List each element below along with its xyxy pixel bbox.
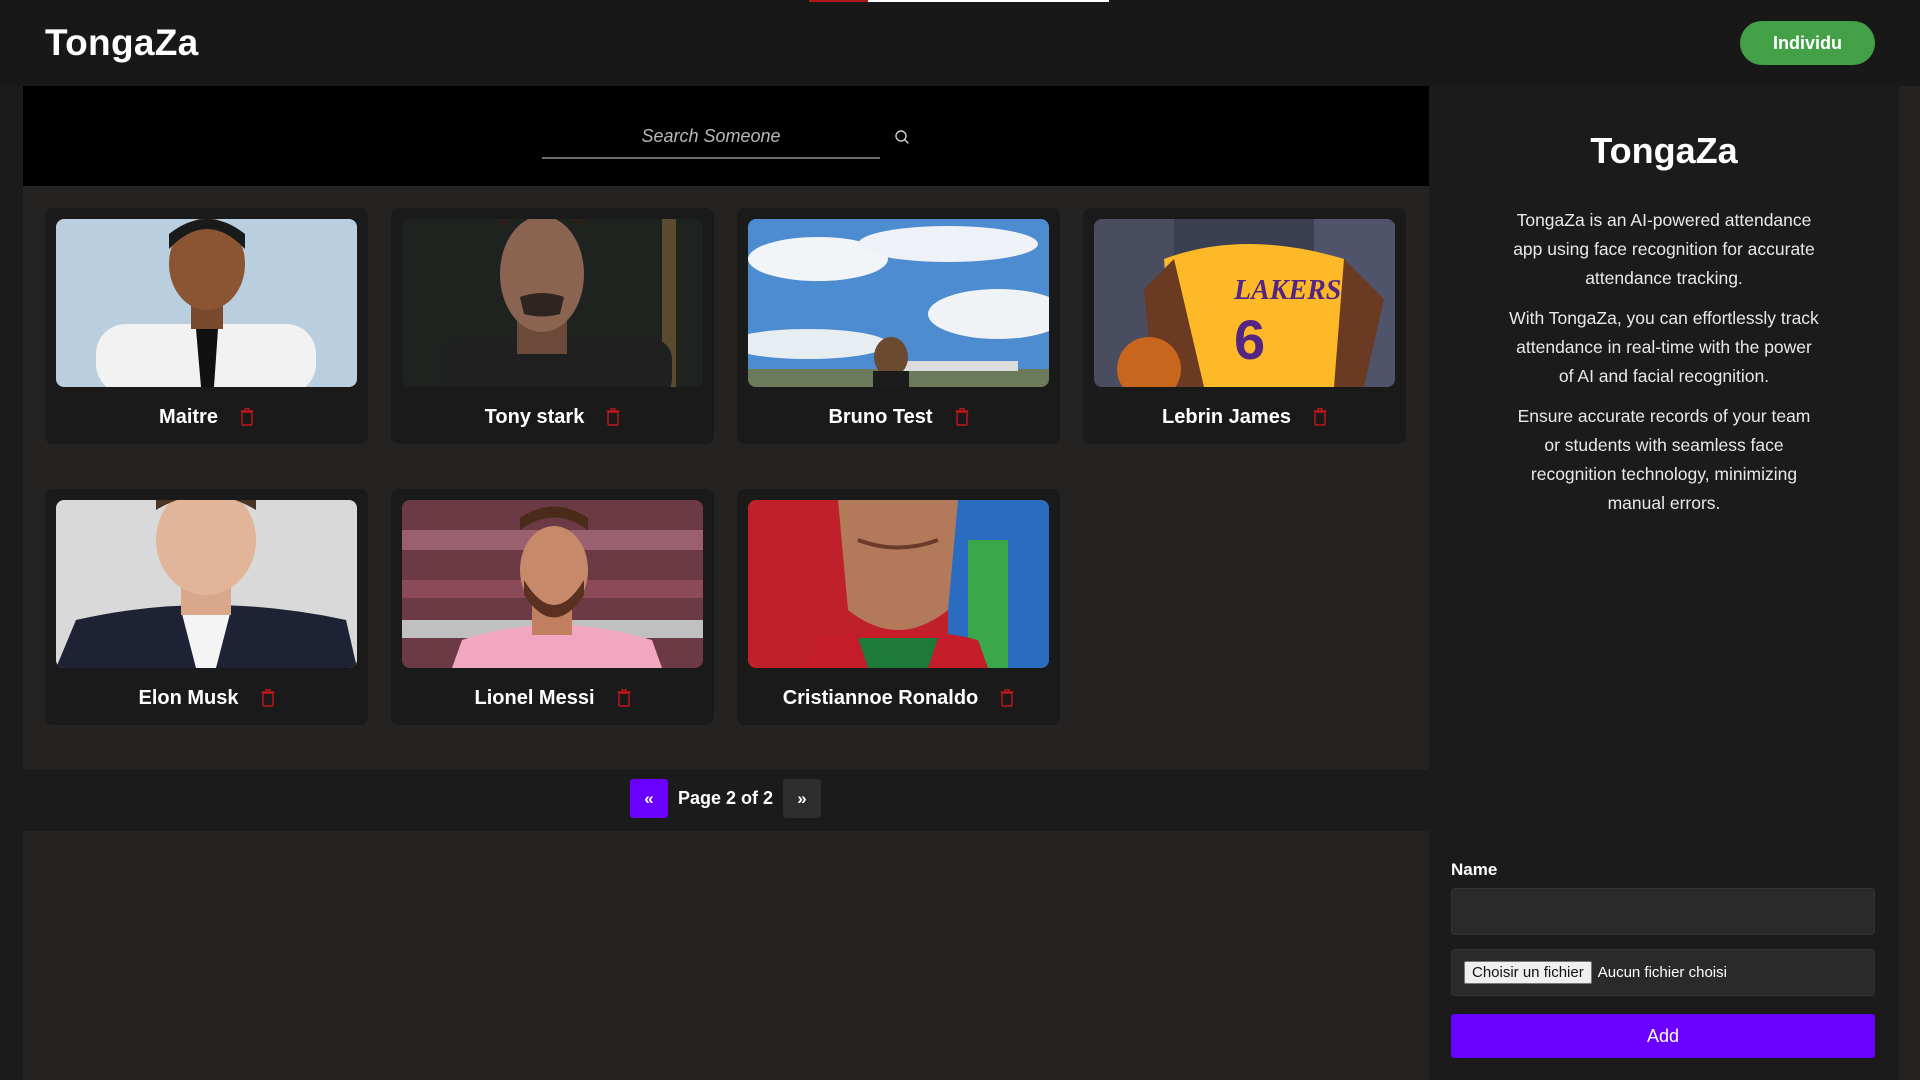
description-paragraph: Ensure accurate records of your team or … [1517,406,1811,513]
loading-bar [809,0,1109,2]
person-name-row: Lionel Messi [391,683,714,713]
person-card[interactable]: LAKERS 6 Lebrin James [1083,208,1406,444]
person-name: Maitre [159,405,218,428]
add-button[interactable]: Add [1451,1014,1875,1058]
sidebar-description: TongaZa is an AI-powered attendance app … [1509,206,1819,529]
trash-icon[interactable] [1000,689,1014,707]
person-name: Bruno Test [828,405,933,428]
person-card[interactable]: Cristiannoe Ronaldo [737,489,1060,725]
sidebar: TongaZa TongaZa is an AI-powered attenda… [1429,86,1899,1080]
trash-icon[interactable] [955,408,969,426]
file-input[interactable]: Choisir un fichier Aucun fichier choisi [1451,949,1875,996]
sidebar-title: TongaZa [1590,130,1738,171]
trash-icon[interactable] [1313,408,1327,426]
person-card[interactable]: Elon Musk [45,489,368,725]
person-name: Lionel Messi [474,686,595,709]
svg-text:LAKERS: LAKERS [1233,275,1341,306]
person-name-row: Tony stark [391,402,714,432]
individu-button[interactable]: Individu [1740,21,1875,65]
search-band [23,86,1429,186]
main-content: Maitre Tony stark [23,86,1429,1080]
person-card[interactable]: Lionel Messi [391,489,714,725]
person-name-row: Cristiannoe Ronaldo [737,683,1060,713]
person-photo [402,219,703,387]
choose-file-button[interactable]: Choisir un fichier [1464,961,1592,984]
person-photo [402,500,703,668]
description-paragraph: With TongaZa, you can effortlessly track… [1509,308,1819,386]
search-icon[interactable] [892,127,912,147]
trash-icon[interactable] [261,689,275,707]
trash-icon[interactable] [617,689,631,707]
top-navbar: TongaZa Individu [0,0,1920,86]
trash-icon[interactable] [606,408,620,426]
person-name-row: Maitre [45,402,368,432]
person-photo [56,500,357,668]
person-name: Lebrin James [1162,405,1291,428]
person-photo [748,500,1049,668]
person-card[interactable]: Maitre [45,208,368,444]
person-name-row: Elon Musk [45,683,368,713]
person-photo [56,219,357,387]
person-photo [748,219,1049,387]
person-card[interactable]: Bruno Test [737,208,1060,444]
name-label: Name [1451,860,1498,879]
search-input[interactable] [542,115,880,157]
trash-icon[interactable] [240,408,254,426]
name-input[interactable] [1451,888,1875,935]
next-page-button[interactable]: » [783,779,821,818]
page-indicator: Page 2 of 2 [678,788,774,808]
person-card[interactable]: Tony stark [391,208,714,444]
app-logo[interactable]: TongaZa [45,22,199,64]
scrollbar-track[interactable] [1899,86,1920,1080]
person-photo: LAKERS 6 [1094,219,1395,387]
svg-text:6: 6 [1234,308,1265,371]
person-name: Elon Musk [138,686,239,709]
prev-page-button[interactable]: « [630,779,668,818]
description-paragraph: TongaZa is an AI-powered attendance app … [1513,210,1815,288]
search-field[interactable] [542,115,880,159]
person-name-row: Bruno Test [737,402,1060,432]
pagination: « Page 2 of 2 » [23,770,1429,831]
person-name: Cristiannoe Ronaldo [782,686,979,709]
file-status: Aucun fichier choisi [1597,964,1727,981]
person-name: Tony stark [484,405,585,428]
person-name-row: Lebrin James [1083,402,1406,432]
